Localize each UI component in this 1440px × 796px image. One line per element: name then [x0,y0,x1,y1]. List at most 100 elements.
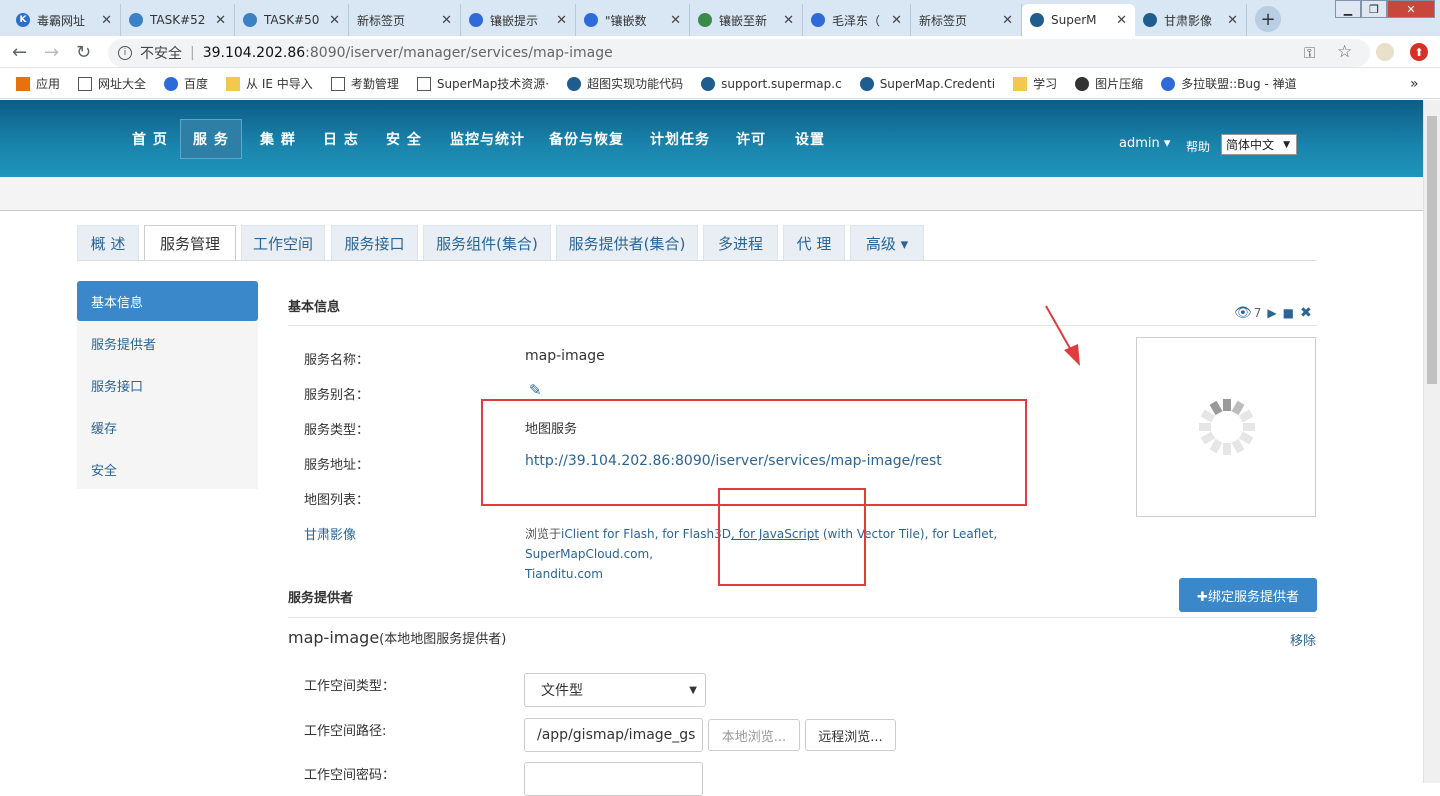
window-close-button[interactable]: ✕ [1387,0,1435,18]
workspace-password-input[interactable] [524,762,703,796]
tab-close-icon[interactable]: ✕ [1116,13,1127,28]
globe-icon [1161,76,1176,91]
edit-alias-icon[interactable]: ✎ [529,381,542,399]
tab-close-icon[interactable]: ✕ [670,13,681,28]
subtab-item[interactable]: 服务提供者(集合) [556,225,698,261]
info-label: 服务类型： [304,423,370,438]
subtab-item[interactable]: 工作空间 [241,225,325,261]
leftnav-item[interactable]: 服务提供者 [77,323,258,363]
new-tab-button[interactable]: + [1255,6,1281,32]
subtab-item[interactable]: 高级 ▾ [850,225,924,261]
browser-tab[interactable]: TASK#50 ✕ [235,4,349,36]
workspace-type-select[interactable]: 文件型 ▼ [524,673,706,707]
local-browse-button[interactable]: 本地浏览... [708,719,800,751]
bookmark-item[interactable]: 从 IE 中导入 [226,75,313,92]
browser-tab[interactable]: SuperM ✕ [1022,4,1135,36]
main-nav-item[interactable]: 备份与恢复 [549,100,624,177]
extension-icon[interactable] [1376,43,1394,61]
user-menu[interactable]: admin ▾ [1119,136,1170,151]
language-select[interactable]: 简体中文 ▼ [1221,134,1297,155]
browser-tab[interactable]: TASK#52 ✕ [121,4,235,36]
main-nav-item[interactable]: 集 群 [260,100,296,177]
tab-close-icon[interactable]: ✕ [1227,13,1238,28]
browser-tab[interactable]: 新标签页 ✕ [349,4,461,36]
browser-tab[interactable]: 镶嵌至新 ✕ [690,4,803,36]
tab-close-icon[interactable]: ✕ [215,13,226,28]
bookmark-item[interactable]: SuperMap技术资源· [416,75,549,92]
browse-link-tianditu[interactable]: Tianditu.com [525,567,603,581]
remove-provider-link[interactable]: 移除 [1290,630,1316,649]
tab-close-icon[interactable]: ✕ [329,13,340,28]
tab-close-icon[interactable]: ✕ [783,13,794,28]
subtab-item[interactable]: 服务组件(集合) [423,225,551,261]
remote-browse-button[interactable]: 远程浏览... [805,719,896,751]
help-link[interactable]: 帮助 [1186,138,1210,155]
bookmark-item[interactable]: 图片压缩 [1075,75,1143,92]
main-nav-item[interactable]: 许可 [736,100,766,177]
browse-link-leaflet[interactable]: , for Leaflet [925,527,994,541]
main-nav-item[interactable]: 设置 [795,100,825,177]
subtab-item[interactable]: 概 述 [77,225,139,261]
play-icon[interactable]: ▶ [1267,306,1276,320]
maximize-button[interactable]: ❐ [1361,0,1387,18]
bookmark-item[interactable]: SuperMap.Credenti [859,76,995,91]
favicon-icon [1030,13,1044,27]
leftnav-item[interactable]: 安全 [77,449,258,489]
subtab-item[interactable]: 服务管理 [144,225,236,261]
delete-icon[interactable]: ✖ [1300,305,1312,321]
workspace-path-input[interactable]: /app/gismap/image_gs [524,718,703,752]
bookmark-item[interactable]: support.supermap.c [701,76,842,91]
subtab-item[interactable]: 代 理 [783,225,845,261]
tab-close-icon[interactable]: ✕ [1002,13,1013,28]
back-icon[interactable]: ← [12,42,27,63]
star-icon[interactable]: ☆ [1337,42,1352,62]
main-nav-item[interactable]: 日 志 [323,100,359,177]
page-scrollbar[interactable] [1423,100,1440,783]
bookmark-item[interactable]: 网址大全 [78,75,146,92]
main-nav-item[interactable]: 监控与统计 [450,100,525,177]
browser-tab[interactable]: 新标签页 ✕ [911,4,1022,36]
bookmark-item[interactable]: 考勤管理 [330,75,399,92]
url-input[interactable]: i 不安全 | 39.104.202.86 :8090/iserver/mana… [108,39,1370,67]
subtab-item[interactable]: 服务接口 [331,225,418,261]
tab-close-icon[interactable]: ✕ [101,13,112,28]
subtab-item[interactable]: 多进程 [703,225,778,261]
browse-link-flash[interactable]: iClient for Flash [561,527,655,541]
provider-name: map-image(本地地图服务提供者) [288,628,506,647]
reload-icon[interactable]: ↻ [76,42,91,63]
main-nav-item[interactable]: 安 全 [386,100,422,177]
bookmark-item[interactable]: 超图实现功能代码 [567,75,683,92]
forward-icon[interactable]: → [44,42,59,63]
browser-tab[interactable]: 甘肃影像 ✕ [1135,4,1247,36]
tab-close-icon[interactable]: ✕ [891,13,902,28]
bookmark-item[interactable]: 学习 [1013,75,1057,92]
tab-title: 毛泽东（ [832,13,881,28]
bookmark-item[interactable]: 多拉联盟::Bug - 禅道 [1161,75,1297,92]
bookmark-item[interactable]: 应用 [16,75,60,92]
info-icon[interactable]: i [118,46,132,60]
map-list-item[interactable]: 甘肃影像 [304,524,356,543]
favicon-icon [584,13,598,27]
key-icon[interactable]: ⚿ [1304,44,1315,62]
leftnav-item[interactable]: 基本信息 [77,281,258,321]
main-nav-item[interactable]: 计划任务 [650,100,710,177]
main-nav-item[interactable]: 首 页 [132,100,168,177]
leftnav-item[interactable]: 服务接口 [77,365,258,405]
scrollbar-thumb[interactable] [1427,116,1437,384]
browser-tab[interactable]: "镶嵌数 ✕ [576,4,690,36]
leftnav-item[interactable]: 缓存 [77,407,258,447]
minimize-button[interactable]: ▁ [1335,0,1361,18]
map-thumbnail[interactable] [1136,337,1316,517]
main-nav-item[interactable]: 服 务 [180,100,242,177]
browser-tab[interactable]: 毛泽东（ ✕ [803,4,911,36]
browser-tab[interactable]: K 毒霸网址 ✕ [8,4,121,36]
bookmark-more-button[interactable]: » [1410,76,1419,92]
tab-close-icon[interactable]: ✕ [441,13,452,28]
browser-tab[interactable]: 镶嵌提示 ✕ [461,4,576,36]
tab-close-icon[interactable]: ✕ [556,13,567,28]
bind-provider-button[interactable]: ✚绑定服务提供者 [1179,578,1317,612]
upload-icon[interactable]: ⬆ [1410,43,1428,61]
stop-icon[interactable]: ■ [1283,306,1294,320]
tab-title: 甘肃影像 [1164,13,1213,28]
bookmark-item[interactable]: 百度 [164,75,208,92]
